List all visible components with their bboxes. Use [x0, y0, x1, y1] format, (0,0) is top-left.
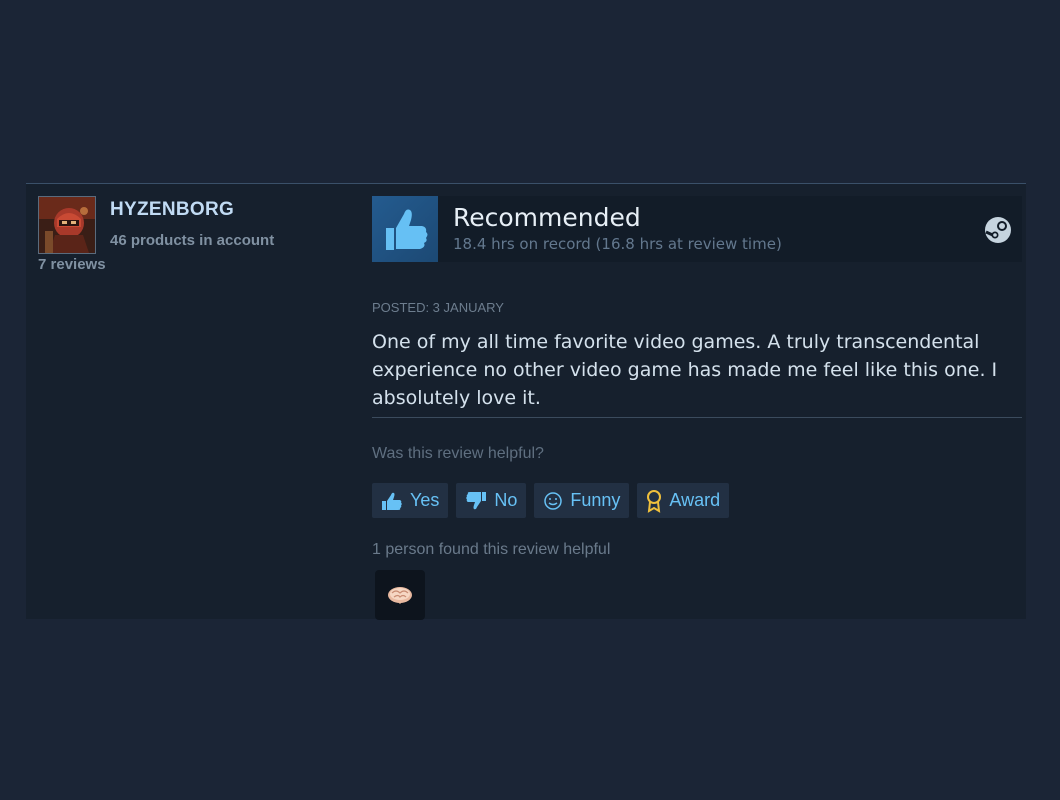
- helpful-summary: 1 person found this review helpful: [372, 541, 611, 558]
- vote-yes-label: Yes: [410, 490, 440, 510]
- products-count[interactable]: 46 products in account: [110, 232, 274, 249]
- vote-yes-button[interactable]: Yes: [372, 483, 449, 518]
- thumb-up-icon: [382, 492, 402, 510]
- review-actions: Yes No Funny Award: [372, 483, 730, 518]
- thumb-down-icon: [466, 491, 487, 509]
- review-card: HYZENBORG 46 products in account 7 revie…: [26, 183, 1026, 620]
- award-label: Award: [669, 490, 721, 510]
- vote-no-button[interactable]: No: [456, 483, 527, 518]
- thumb-up-icon: [372, 196, 438, 262]
- brain-award-icon[interactable]: [375, 570, 425, 620]
- smiley-icon: [544, 491, 563, 510]
- helpful-question: Was this review helpful?: [372, 445, 544, 462]
- divider: [372, 417, 1022, 418]
- vote-funny-label: Funny: [570, 490, 621, 510]
- steam-icon: [984, 216, 1012, 244]
- hours-on-record: 18.4 hrs on record (16.8 hrs at review t…: [453, 235, 782, 253]
- reviews-count[interactable]: 7 reviews: [38, 256, 106, 273]
- author-name[interactable]: HYZENBORG: [110, 199, 234, 221]
- review-verdict[interactable]: Recommended: [453, 203, 641, 232]
- vote-no-label: No: [494, 490, 518, 510]
- award-button[interactable]: Award: [637, 483, 730, 518]
- avatar-image: [39, 197, 95, 253]
- award-ribbon-icon: [647, 489, 662, 513]
- vote-funny-button[interactable]: Funny: [534, 483, 630, 518]
- vote-header: Recommended 18.4 hrs on record (16.8 hrs…: [372, 196, 1022, 262]
- avatar[interactable]: [38, 196, 96, 254]
- posted-date: POSTED: 3 JANUARY: [372, 300, 504, 315]
- review-text: One of my all time favorite video games.…: [372, 331, 998, 409]
